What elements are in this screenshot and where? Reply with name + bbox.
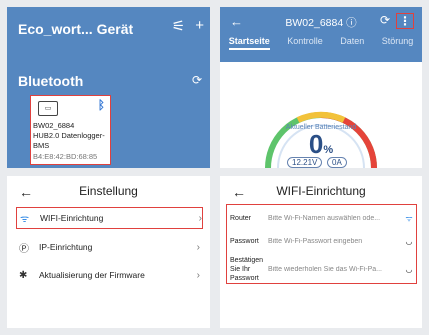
menu-item-ip[interactable]: Ⓟ IP-Einrichtung › <box>19 236 200 258</box>
menu-item-firmware[interactable]: ✱ Aktualisierung der Firmware › <box>19 264 200 286</box>
device-card[interactable]: ▭ ᛒ BW02_6884 HUB2.0 Datenlogger- BMS B4… <box>30 95 111 165</box>
device-mac: B4:E8:42:BD:68:85 <box>33 152 98 161</box>
voltage-badge: 12.21V <box>287 157 323 168</box>
current-badge: 0A <box>327 157 347 168</box>
page-title: WIFI-Einrichtung <box>276 184 366 198</box>
section-title: Bluetooth <box>18 73 84 89</box>
wifi-setup-panel: ← WIFI-Einrichtung Router Bitte Wi-Fi-Na… <box>220 176 422 328</box>
ip-icon: Ⓟ <box>19 243 29 255</box>
eye-hidden-icon[interactable]: ◡ <box>402 265 416 274</box>
chevron-right-icon: › <box>196 269 200 281</box>
firmware-icon: ✱ <box>19 269 28 281</box>
info-icon[interactable]: ⓘ <box>346 17 357 29</box>
menu-item-wifi[interactable]: ᯤ WIFI-Einrichtung › <box>16 207 203 229</box>
tab-bar: Startseite Kontrolle Daten Störung <box>220 36 422 50</box>
settings-panel: ← Einstellung ᯤ WIFI-Einrichtung › Ⓟ IP-… <box>7 176 210 328</box>
router-row: Router Bitte Wi-Fi-Namen auswählen ode..… <box>227 211 416 225</box>
wifi-icon: ᯤ <box>20 214 30 225</box>
device-home-panel: ← BW02_6884 ⓘ ⟳ ⋮ Startseite Kontrolle D… <box>220 7 422 168</box>
refresh-icon[interactable]: ⟳ <box>192 73 202 87</box>
wifi-icon[interactable]: ᯤ <box>402 213 416 224</box>
eye-hidden-icon[interactable]: ◡ <box>402 237 416 246</box>
device-type: HUB2.0 Datenlogger- <box>33 131 105 140</box>
device-name: BW02_6884 <box>33 121 75 130</box>
wifi-form: Router Bitte Wi-Fi-Namen auswählen ode..… <box>226 204 417 284</box>
header-actions: ⟳ ⋮ <box>380 13 414 29</box>
page-title: Einstellung <box>79 184 138 198</box>
tab-kontrolle[interactable]: Kontrolle <box>287 36 323 50</box>
add-icon[interactable]: + <box>195 17 204 35</box>
password-input[interactable]: Bitte Wi-Fi-Passwort eingeben <box>268 238 402 245</box>
chevron-right-icon: › <box>198 212 202 224</box>
gauge-value: 0% <box>308 129 334 159</box>
chevron-right-icon: › <box>196 241 200 253</box>
tab-stoerung[interactable]: Störung <box>382 36 414 50</box>
more-menu-icon[interactable]: ⋮ <box>396 13 414 29</box>
tab-startseite[interactable]: Startseite <box>228 36 270 50</box>
confirm-password-row: Bestätigen Sie Ihr Passwort Bitte wieder… <box>227 255 416 283</box>
filter-icon[interactable]: ⚟ <box>172 17 185 35</box>
page-title: Eco_wort... Gerät <box>18 21 134 37</box>
header-actions: ⚟ + <box>172 17 204 35</box>
password-row: Passwort Bitte Wi-Fi-Passwort eingeben ◡ <box>227 234 416 248</box>
device-list-panel: Eco_wort... Gerät ⚟ + Bluetooth ⟳ ▭ ᛒ BW… <box>7 7 210 168</box>
battery-device-icon: ▭ <box>38 101 58 116</box>
router-input[interactable]: Bitte Wi-Fi-Namen auswählen ode... <box>268 215 402 222</box>
bluetooth-icon: ᛒ <box>97 98 105 112</box>
refresh-icon[interactable]: ⟳ <box>380 13 390 29</box>
device-type-line2: BMS <box>33 141 50 150</box>
confirm-password-input[interactable]: Bitte wiederholen Sie das Wi-Fi-Pa... <box>268 266 402 273</box>
tab-daten[interactable]: Daten <box>340 36 364 50</box>
